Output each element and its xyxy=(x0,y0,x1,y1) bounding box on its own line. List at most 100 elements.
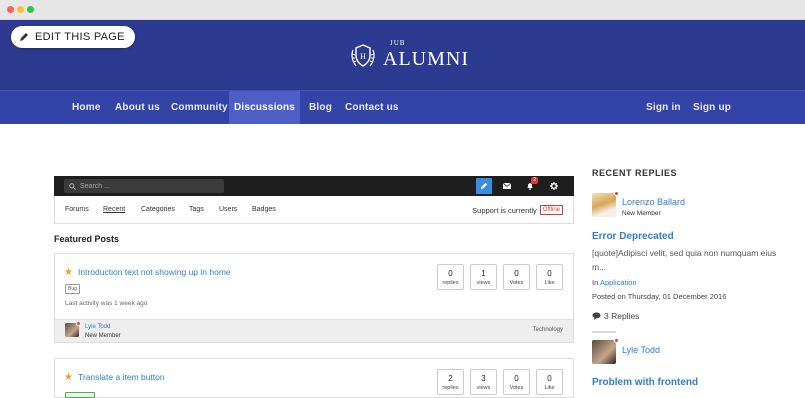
sign-in-link[interactable]: Sign in xyxy=(646,91,681,124)
edit-page-label: EDIT THIS PAGE xyxy=(35,31,125,43)
logo-text: ALUMNI xyxy=(383,48,469,70)
reply-author-name[interactable]: Lorenzo Ballard xyxy=(622,197,685,207)
reply-topic-title[interactable]: Problem with frontend xyxy=(592,377,698,388)
support-label: Support is currently xyxy=(472,205,537,215)
forum-search[interactable] xyxy=(64,179,224,193)
in-label: In xyxy=(592,278,599,287)
reply-category-line: In Application xyxy=(592,278,637,287)
new-topic-button[interactable] xyxy=(476,178,492,194)
reply-posted-date: Posted on Thursday, 01 December 2016 xyxy=(592,292,727,301)
notifications-button[interactable]: 2 xyxy=(522,177,538,194)
reply-count-label: 3 Replies xyxy=(604,311,640,321)
close-window-dot[interactable] xyxy=(7,6,14,13)
main-navigation: Home About us Community Discussions Blog… xyxy=(0,90,805,124)
like-stat[interactable]: 0 Like xyxy=(536,264,563,290)
logo-prefix: JUB xyxy=(390,39,406,47)
replies-stat: 0 replies xyxy=(437,264,464,290)
views-label: views xyxy=(476,280,491,286)
pencil-icon xyxy=(480,182,488,190)
nav-discussions[interactable]: Discussions xyxy=(229,91,300,124)
tab-recent[interactable]: Recent xyxy=(103,196,125,223)
pencil-icon xyxy=(20,33,28,41)
reply-author-avatar[interactable] xyxy=(592,193,616,217)
reply-excerpt: [quote]Adipisci velit, sed quia non numq… xyxy=(592,248,777,272)
maximize-window-dot[interactable] xyxy=(27,6,34,13)
tab-badges[interactable]: Badges xyxy=(252,196,276,223)
browser-chrome xyxy=(0,0,805,20)
site-header: EDIT THIS PAGE H JUB ALUMNI xyxy=(0,20,805,90)
replies-label: replies xyxy=(442,385,459,391)
post-title[interactable]: Introduction text not showing up in home xyxy=(78,267,231,277)
minimize-window-dot[interactable] xyxy=(17,6,24,13)
tab-forums[interactable]: Forums xyxy=(65,196,89,223)
views-label: views xyxy=(476,385,491,391)
votes-label: Votes xyxy=(509,385,524,391)
reply-author-avatar[interactable] xyxy=(592,340,616,364)
laurel-shield-icon: H xyxy=(351,43,375,67)
online-indicator xyxy=(614,338,619,343)
author-role: New Member xyxy=(85,333,121,339)
notification-count-badge: 2 xyxy=(531,177,538,184)
support-status: Support is currently Offline xyxy=(472,205,563,215)
reply-category-link[interactable]: Application xyxy=(600,278,637,287)
replies-count: 2 xyxy=(448,374,453,383)
star-icon: ★ xyxy=(64,372,73,383)
views-stat: 1 views xyxy=(470,264,497,290)
envelope-icon xyxy=(503,183,511,189)
site-logo[interactable]: H JUB ALUMNI xyxy=(348,39,469,71)
like-stat[interactable]: 0 Like xyxy=(536,369,563,395)
forum-panel: 2 Forums Recent Categories Tags Users Ba… xyxy=(54,176,574,224)
comment-icon xyxy=(592,312,601,320)
search-icon xyxy=(69,182,76,190)
featured-posts-heading: Featured Posts xyxy=(54,234,120,244)
votes-label: Votes xyxy=(509,280,524,286)
views-count: 1 xyxy=(481,269,486,278)
post-footer: Lyle Todd New Member Technology xyxy=(55,319,573,342)
views-stat: 3 views xyxy=(470,369,497,395)
forum-toolbar: 2 xyxy=(54,176,574,196)
reply-topic-title[interactable]: Error Deprecated xyxy=(592,231,674,242)
replies-count: 0 xyxy=(448,269,453,278)
nav-contact-us[interactable]: Contact us xyxy=(345,91,399,124)
nav-about-us[interactable]: About us xyxy=(115,91,160,124)
nav-home[interactable]: Home xyxy=(72,91,101,124)
views-count: 3 xyxy=(481,374,486,383)
search-input[interactable] xyxy=(80,182,210,190)
post-card: ★ Introduction text not showing up in ho… xyxy=(54,253,574,343)
offline-badge: Offline xyxy=(539,205,563,215)
nav-community[interactable]: Community xyxy=(171,91,228,124)
sign-up-link[interactable]: Sign up xyxy=(693,91,731,124)
post-tag[interactable] xyxy=(65,392,95,398)
forum-tabs: Forums Recent Categories Tags Users Badg… xyxy=(54,196,574,224)
like-label: Like xyxy=(544,385,555,391)
post-tag[interactable]: Bug xyxy=(65,284,80,294)
svg-text:H: H xyxy=(360,52,366,61)
star-icon: ★ xyxy=(64,267,73,278)
like-count: 0 xyxy=(547,269,552,278)
post-title[interactable]: Translate a item button xyxy=(78,372,165,382)
replies-label: replies xyxy=(442,280,459,286)
tab-categories[interactable]: Categories xyxy=(141,196,175,223)
replies-stat: 2 replies xyxy=(437,369,464,395)
votes-count: 0 xyxy=(514,374,519,383)
author-name[interactable]: Lyle Todd xyxy=(85,324,110,330)
last-activity: Last activity was 1 week ago xyxy=(65,300,148,307)
tab-users[interactable]: Users xyxy=(219,196,237,223)
reply-divider xyxy=(592,331,616,333)
post-card: ★ Translate a item button 2 replies 3 vi… xyxy=(54,358,574,398)
gear-icon xyxy=(550,182,558,190)
post-category[interactable]: Technology xyxy=(533,327,563,333)
votes-count: 0 xyxy=(514,269,519,278)
messages-button[interactable] xyxy=(499,178,515,194)
like-count: 0 xyxy=(547,374,552,383)
nav-blog[interactable]: Blog xyxy=(309,91,332,124)
settings-button[interactable] xyxy=(546,178,562,194)
online-indicator xyxy=(614,191,619,196)
edit-page-button[interactable]: EDIT THIS PAGE xyxy=(11,26,135,48)
like-label: Like xyxy=(544,280,555,286)
reply-count[interactable]: 3 Replies xyxy=(592,311,639,321)
votes-stat[interactable]: 0 Votes xyxy=(503,369,530,395)
reply-author-name[interactable]: Lyle Todd xyxy=(622,345,660,355)
tab-tags[interactable]: Tags xyxy=(189,196,204,223)
votes-stat[interactable]: 0 Votes xyxy=(503,264,530,290)
